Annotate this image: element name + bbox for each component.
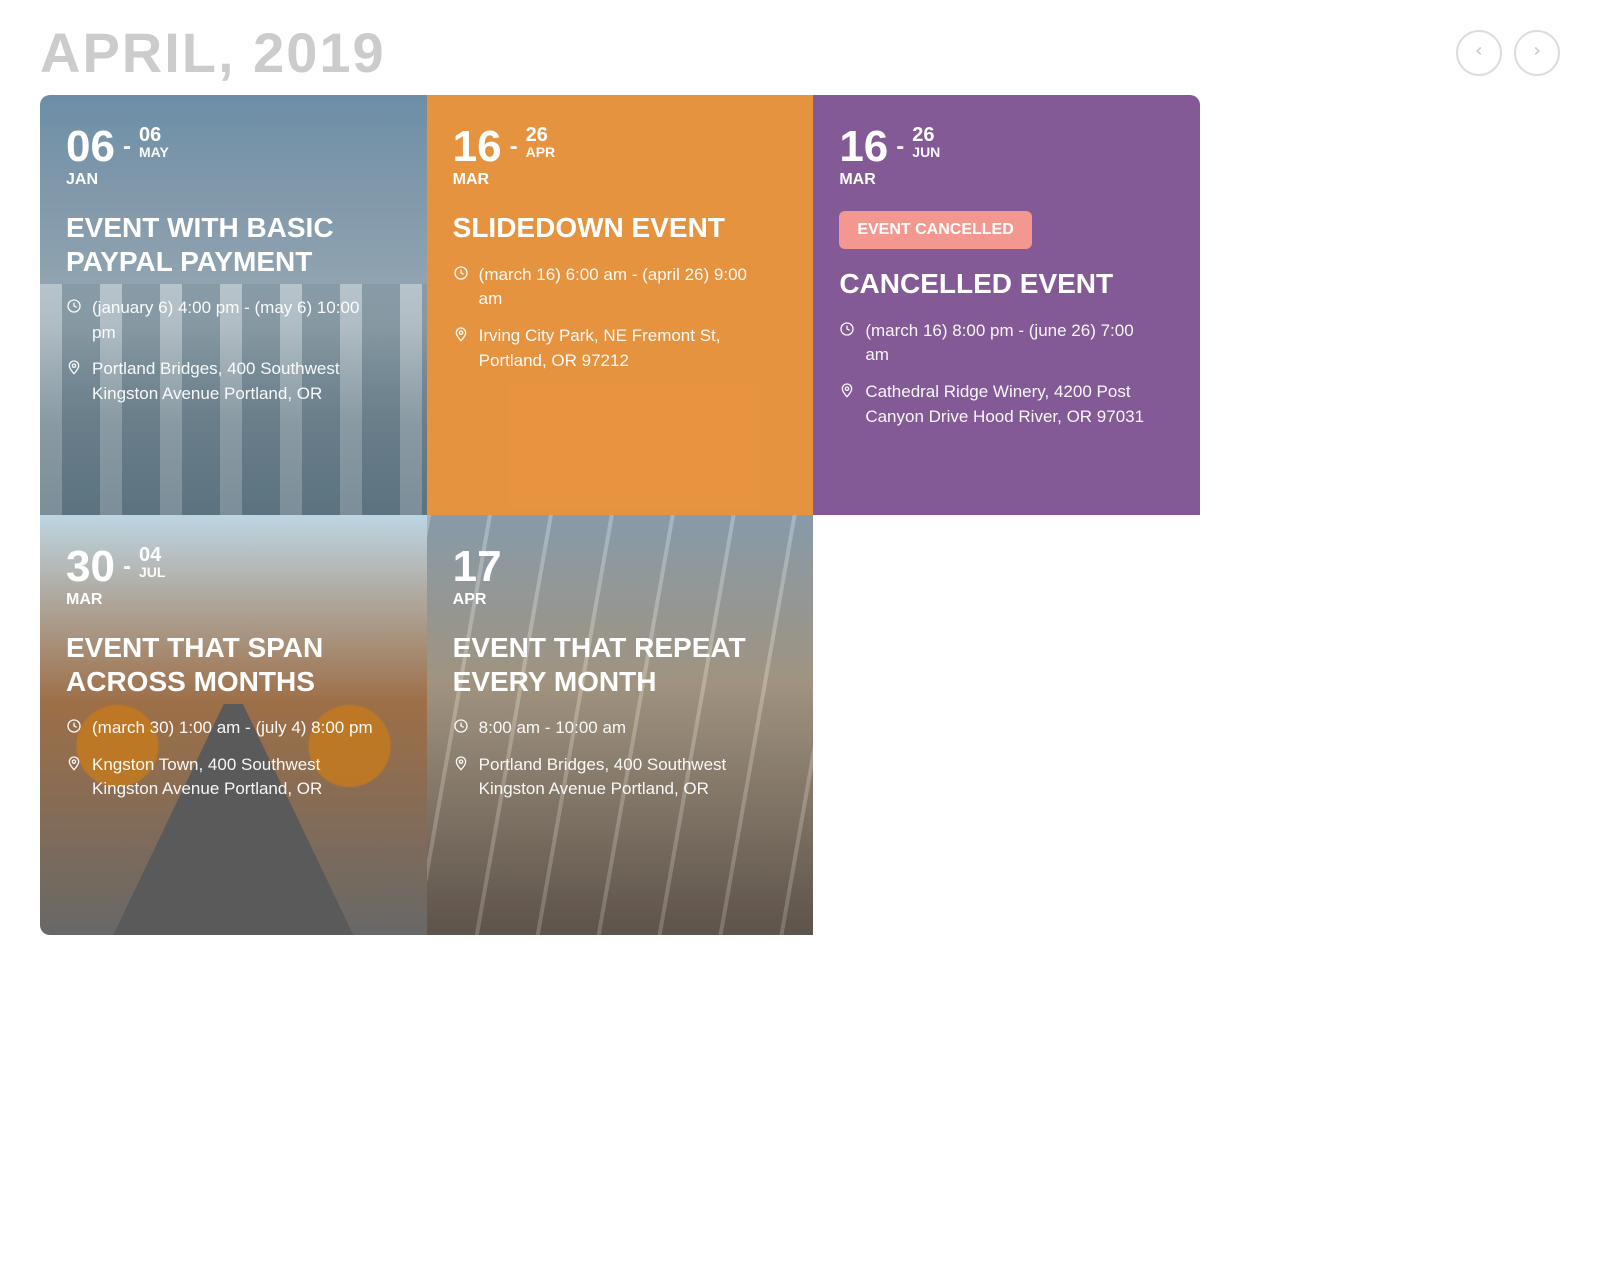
start-day: 17 bbox=[453, 545, 502, 589]
end-day: 26 bbox=[526, 125, 556, 145]
event-date-range: 16 - 26 JUN bbox=[839, 125, 1174, 169]
date-dash: - bbox=[510, 133, 518, 161]
event-time: (march 16) 8:00 pm - (june 26) 7:00 am bbox=[839, 319, 1154, 368]
pin-icon bbox=[66, 755, 82, 771]
clock-icon bbox=[66, 718, 82, 734]
start-day: 06 bbox=[66, 125, 115, 169]
pin-icon bbox=[453, 755, 469, 771]
pin-icon bbox=[66, 359, 82, 375]
event-date-range: 06 - 06 MAY bbox=[66, 125, 401, 169]
event-title: SLIDEDOWN EVENT bbox=[453, 211, 761, 245]
event-location-text: Irving City Park, NE Fremont St, Portlan… bbox=[479, 324, 768, 373]
pin-icon bbox=[839, 382, 855, 398]
start-day: 30 bbox=[66, 545, 115, 589]
end-day: 06 bbox=[139, 125, 169, 145]
end-month: MAY bbox=[139, 145, 169, 159]
start-day: 16 bbox=[839, 125, 888, 169]
event-location: Portland Bridges, 400 Southwest Kingston… bbox=[453, 753, 768, 802]
event-time-text: (march 16) 8:00 pm - (june 26) 7:00 am bbox=[865, 319, 1154, 368]
start-month: APR bbox=[453, 591, 788, 609]
events-grid: 06 - 06 MAY JAN EVENT WITH BASIC PAYPAL … bbox=[40, 95, 1200, 935]
event-location: Irving City Park, NE Fremont St, Portlan… bbox=[453, 324, 768, 373]
event-location-text: Kngston Town, 400 Southwest Kingston Ave… bbox=[92, 753, 381, 802]
chevron-right-icon bbox=[1530, 41, 1544, 64]
event-location-text: Portland Bridges, 400 Southwest Kingston… bbox=[92, 357, 381, 406]
event-time-text: (march 30) 1:00 am - (july 4) 8:00 pm bbox=[92, 716, 373, 741]
end-day: 04 bbox=[139, 545, 165, 565]
date-dash: - bbox=[123, 553, 131, 581]
pin-icon bbox=[453, 326, 469, 342]
month-nav bbox=[1456, 30, 1560, 76]
event-location-text: Portland Bridges, 400 Southwest Kingston… bbox=[479, 753, 768, 802]
event-time: (march 30) 1:00 am - (july 4) 8:00 pm bbox=[66, 716, 381, 741]
event-time-text: (march 16) 6:00 am - (april 26) 9:00 am bbox=[479, 263, 768, 312]
start-day: 16 bbox=[453, 125, 502, 169]
event-time: (january 6) 4:00 pm - (may 6) 10:00 pm bbox=[66, 296, 381, 345]
event-title: EVENT THAT SPAN ACROSS MONTHS bbox=[66, 631, 374, 698]
event-location: Portland Bridges, 400 Southwest Kingston… bbox=[66, 357, 381, 406]
event-location: Cathedral Ridge Winery, 4200 Post Canyon… bbox=[839, 380, 1154, 429]
event-date-range: 17 bbox=[453, 545, 788, 589]
event-title: EVENT WITH BASIC PAYPAL PAYMENT bbox=[66, 211, 374, 278]
start-month: MAR bbox=[453, 171, 788, 189]
end-day: 26 bbox=[912, 125, 940, 145]
end-month: APR bbox=[526, 145, 556, 159]
date-dash: - bbox=[896, 133, 904, 161]
clock-icon bbox=[66, 298, 82, 314]
start-month: MAR bbox=[66, 591, 401, 609]
clock-icon bbox=[453, 718, 469, 734]
prev-month-button[interactable] bbox=[1456, 30, 1502, 76]
chevron-left-icon bbox=[1472, 41, 1486, 64]
event-time: 8:00 am - 10:00 am bbox=[453, 716, 768, 741]
event-card[interactable]: 06 - 06 MAY JAN EVENT WITH BASIC PAYPAL … bbox=[40, 95, 427, 515]
date-dash: - bbox=[123, 133, 131, 161]
event-date-range: 30 - 04 JUL bbox=[66, 545, 401, 589]
start-month: MAR bbox=[839, 171, 1174, 189]
page-title: APRIL, 2019 bbox=[40, 20, 386, 85]
event-date-range: 16 - 26 APR bbox=[453, 125, 788, 169]
event-card[interactable]: 17 APR EVENT THAT REPEAT EVERY MONTH 8:0… bbox=[427, 515, 814, 935]
event-title: EVENT THAT REPEAT EVERY MONTH bbox=[453, 631, 761, 698]
start-month: JAN bbox=[66, 171, 401, 189]
event-time-text: 8:00 am - 10:00 am bbox=[479, 716, 626, 741]
clock-icon bbox=[453, 265, 469, 281]
event-time-text: (january 6) 4:00 pm - (may 6) 10:00 pm bbox=[92, 296, 381, 345]
event-card[interactable]: 16 - 26 JUN MAR EVENT CANCELLED CANCELLE… bbox=[813, 95, 1200, 515]
event-card[interactable]: 16 - 26 APR MAR SLIDEDOWN EVENT (march 1… bbox=[427, 95, 814, 515]
event-location: Kngston Town, 400 Southwest Kingston Ave… bbox=[66, 753, 381, 802]
event-location-text: Cathedral Ridge Winery, 4200 Post Canyon… bbox=[865, 380, 1154, 429]
event-card[interactable]: 30 - 04 JUL MAR EVENT THAT SPAN ACROSS M… bbox=[40, 515, 427, 935]
event-time: (march 16) 6:00 am - (april 26) 9:00 am bbox=[453, 263, 768, 312]
end-month: JUL bbox=[139, 565, 165, 579]
next-month-button[interactable] bbox=[1514, 30, 1560, 76]
end-month: JUN bbox=[912, 145, 940, 159]
clock-icon bbox=[839, 321, 855, 337]
calendar-header: APRIL, 2019 bbox=[40, 20, 1560, 85]
event-title: CANCELLED EVENT bbox=[839, 267, 1147, 301]
status-badge: EVENT CANCELLED bbox=[839, 211, 1031, 249]
